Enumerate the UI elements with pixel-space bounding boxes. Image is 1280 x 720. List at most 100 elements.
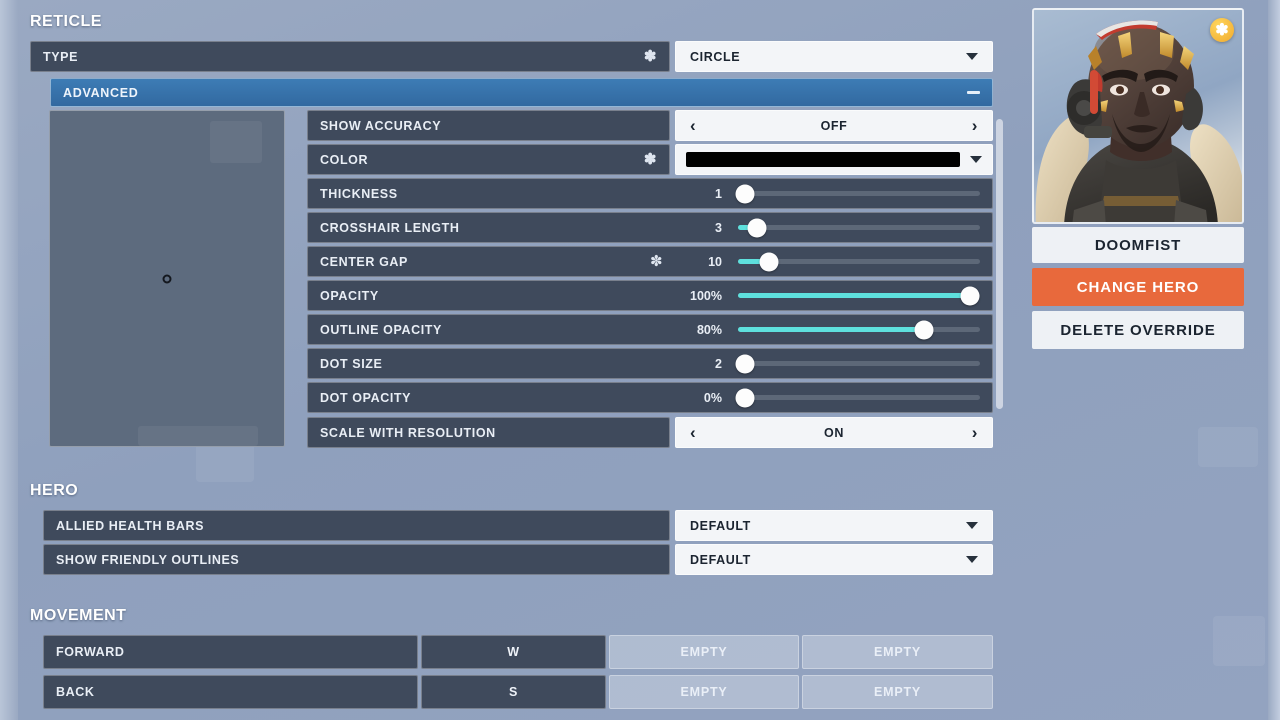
keybind-primary-forward[interactable]: W [421,635,606,669]
setting-row-type[interactable]: TYPE ✽ CIRCLE [30,41,993,72]
setting-label-thickness: THICKNESS [320,186,398,201]
hero-name: DOOMFIST [1094,236,1182,254]
label-text: SHOW ACCURACY [320,118,442,133]
slider-track-crosshair-length[interactable] [738,218,980,237]
dropdown-crosshair-color[interactable] [675,144,993,175]
keybind-value: EMPTY [680,685,728,699]
slider-track-center-gap[interactable] [738,252,980,271]
setting-row-allied-health-bars[interactable]: ALLIED HEALTH BARS DEFAULT [43,510,993,541]
slider-value-outline-opacity: 80% [696,322,722,337]
setting-label-center-gap: CENTER GAP [320,254,408,269]
setting-row-crosshair-length[interactable]: CROSSHAIR LENGTH 3 [307,212,993,243]
slider-track-outline-opacity[interactable] [738,320,980,339]
slider-handle[interactable] [735,388,755,407]
setting-label-crosshair-length: CROSSHAIR LENGTH [320,220,460,235]
advanced-section-header[interactable]: ADVANCED [50,78,993,107]
setting-label-dot-opacity: DOT OPACITY [320,390,412,405]
keybind-tertiary-forward[interactable]: EMPTY [802,635,993,669]
stepper-prev-icon[interactable]: ‹ [690,117,696,134]
slider-handle[interactable] [960,286,980,305]
change-hero-button[interactable]: CHANGE HERO [1032,268,1244,306]
delete-override-button[interactable]: DELETE OVERRIDE [1032,311,1244,349]
setting-row-opacity[interactable]: OPACITY 100% [307,280,993,311]
label-text: BACK [56,685,95,699]
dropdown-value: DEFAULT [690,518,751,533]
slider-value-crosshair-length: 3 [715,220,722,235]
dropdown-value: CIRCLE [690,49,741,64]
delete-override-label: DELETE OVERRIDE [1060,321,1216,339]
stepper-prev-icon[interactable]: ‹ [690,424,696,441]
minus-icon[interactable] [967,91,980,94]
background-decoration [1198,427,1258,467]
setting-row-scale-with-resolution[interactable]: SCALE WITH RESOLUTION ‹ ON › [307,417,993,448]
setting-row-dot-opacity[interactable]: DOT OPACITY 0% [307,382,993,413]
stepper-next-icon[interactable]: › [972,424,978,441]
slider-track-dot-size[interactable] [735,354,980,373]
keybind-row-back: BACK S EMPTY EMPTY [43,675,993,709]
setting-label-type: TYPE ✽ [30,41,670,72]
keybind-value: EMPTY [873,685,922,699]
hero-name-plate: DOOMFIST [1032,227,1244,263]
setting-row-center-gap[interactable]: CENTER GAP ✽ 10 [307,246,993,277]
slider-handle[interactable] [735,184,755,203]
section-title-hero: HERO [30,482,79,499]
setting-row-show-friendly-outlines[interactable]: SHOW FRIENDLY OUTLINES DEFAULT [43,544,993,575]
label-text: TYPE [43,49,79,64]
label-text: COLOR [320,152,369,167]
section-title-reticle: RETICLE [30,13,102,30]
slider-handle[interactable] [735,354,755,373]
hero-portrait[interactable]: ✽ [1032,8,1244,224]
dropdown-allied-health-bars[interactable]: DEFAULT [675,510,993,541]
crosshair-preview [49,110,285,447]
slider-value-dot-opacity: 0% [703,390,722,405]
slider-handle[interactable] [747,218,767,237]
setting-label-dot-size: DOT SIZE [320,356,383,371]
keybind-tertiary-back[interactable]: EMPTY [802,675,993,709]
slider-value-center-gap: 10 [708,254,722,269]
setting-row-outline-opacity[interactable]: OUTLINE OPACITY 80% [307,314,993,345]
dropdown-show-friendly-outlines[interactable]: DEFAULT [675,544,993,575]
label-text: SCALE WITH RESOLUTION [320,425,496,440]
keybind-secondary-back[interactable]: EMPTY [609,675,799,709]
stepper-next-icon[interactable]: › [972,117,978,134]
keybind-label-back: BACK [43,675,418,709]
keybind-primary-back[interactable]: S [421,675,606,709]
slider-handle[interactable] [914,320,934,339]
slider-track-thickness[interactable] [735,184,980,203]
doomfist-portrait-art [1034,10,1242,222]
setting-row-dot-size[interactable]: DOT SIZE 2 [307,348,993,379]
setting-row-thickness[interactable]: THICKNESS 1 [307,178,993,209]
setting-row-show-accuracy[interactable]: SHOW ACCURACY ‹ OFF › [307,110,993,141]
dropdown-reticle-type[interactable]: CIRCLE [675,41,993,72]
modified-asterisk-icon: ✽ [643,48,657,65]
background-right-edge [1268,0,1280,720]
stepper-show-accuracy[interactable]: ‹ OFF › [675,110,993,141]
modified-asterisk-icon: ✽ [650,253,663,270]
hero-override-panel: ✽ DOOMFIST CHANGE HERO DELETE OVERRIDE [1032,8,1244,349]
background-decoration [1213,616,1265,666]
slider-track-opacity[interactable] [738,286,980,305]
label-text: SHOW FRIENDLY OUTLINES [56,552,240,567]
stepper-value: ON [824,425,844,440]
setting-row-color[interactable]: COLOR ✽ [307,144,993,175]
stepper-scale-with-resolution[interactable]: ‹ ON › [675,417,993,448]
slider-track-dot-opacity[interactable] [735,388,980,407]
advanced-scrollbar[interactable] [996,119,1003,409]
label-text: FORWARD [56,645,125,659]
keybind-label-forward: FORWARD [43,635,418,669]
setting-label-scale-with-resolution: SCALE WITH RESOLUTION [307,417,670,448]
dropdown-value: DEFAULT [690,552,751,567]
setting-label-color: COLOR ✽ [307,144,670,175]
chevron-down-icon [966,556,978,563]
section-title-movement: MOVEMENT [30,607,127,624]
slider-value-thickness: 1 [715,186,722,201]
keybind-row-forward: FORWARD W EMPTY EMPTY [43,635,993,669]
chevron-down-icon [966,53,978,60]
change-hero-label: CHANGE HERO [1076,278,1200,296]
chevron-down-icon [970,156,982,163]
color-swatch [686,152,960,167]
modified-badge-icon: ✽ [1210,18,1234,42]
keybind-secondary-forward[interactable]: EMPTY [609,635,799,669]
label-text: ALLIED HEALTH BARS [56,518,205,533]
slider-handle[interactable] [759,252,779,271]
